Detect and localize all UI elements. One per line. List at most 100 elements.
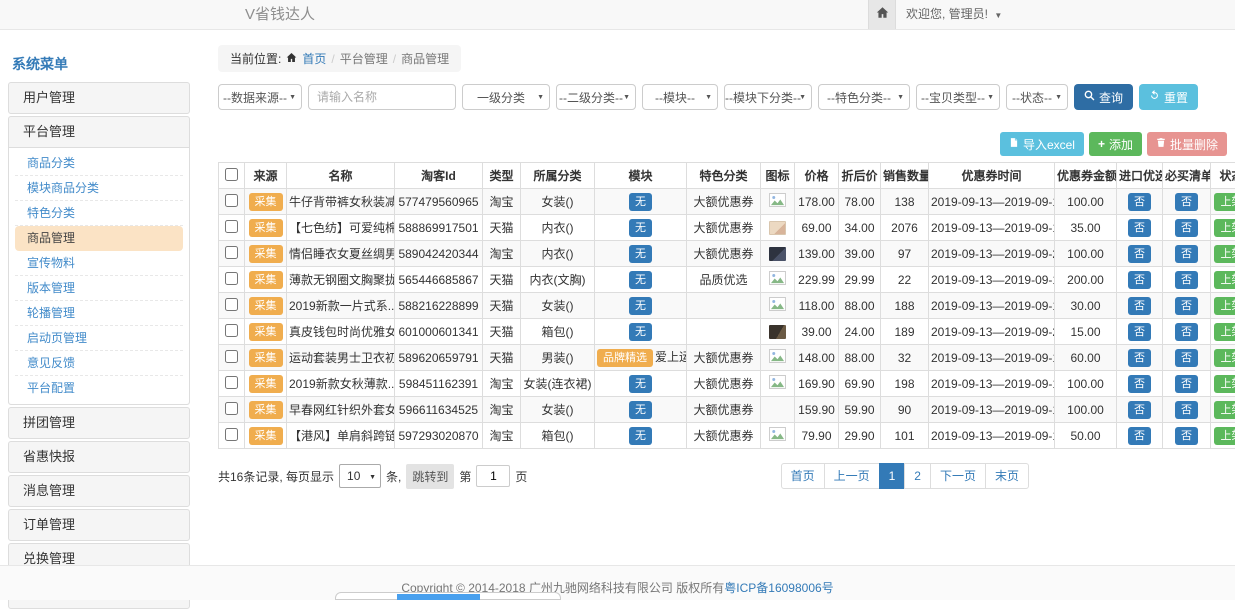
product-name: 薄款无钢圈文胸聚拢性... xyxy=(287,267,395,293)
row-checkbox[interactable] xyxy=(225,194,238,207)
add-button[interactable]: + 添加 xyxy=(1089,132,1142,156)
import-select-toggle[interactable]: 否 xyxy=(1128,323,1151,341)
import-select-toggle[interactable]: 否 xyxy=(1128,375,1151,393)
row-checkbox[interactable] xyxy=(225,272,238,285)
filter-select-category-level2[interactable]: --二级分类-- ▼ xyxy=(556,84,636,110)
row-checkbox[interactable] xyxy=(225,350,238,363)
sidebar-item[interactable]: 模块商品分类 xyxy=(15,176,183,201)
column-header: 销售数量 xyxy=(881,163,929,189)
footer: Copyright © 2014-2018 广州九驰网络科技有限公司 版权所有粤… xyxy=(0,565,1235,600)
import-select-toggle[interactable]: 否 xyxy=(1128,193,1151,211)
sidebar-item[interactable]: 意见反馈 xyxy=(15,351,183,376)
page-button-末页[interactable]: 末页 xyxy=(985,463,1029,489)
module-none-badge[interactable]: 无 xyxy=(629,271,652,289)
must-buy-toggle[interactable]: 否 xyxy=(1175,323,1198,341)
must-buy-toggle[interactable]: 否 xyxy=(1175,219,1198,237)
row-checkbox[interactable] xyxy=(225,246,238,259)
sidebar-item[interactable]: 版本管理 xyxy=(15,276,183,301)
filter-select-data-source[interactable]: --数据来源-- ▼ xyxy=(218,84,302,110)
batch-delete-button[interactable]: 批量删除 xyxy=(1147,132,1227,156)
status-button[interactable]: 上架 xyxy=(1214,297,1235,315)
import-select-toggle[interactable]: 否 xyxy=(1128,271,1151,289)
must-buy-toggle[interactable]: 否 xyxy=(1175,375,1198,393)
import-excel-button[interactable]: 导入excel xyxy=(1000,132,1084,156)
module-none-badge[interactable]: 无 xyxy=(629,219,652,237)
status-button[interactable]: 上架 xyxy=(1214,349,1235,367)
row-checkbox[interactable] xyxy=(225,324,238,337)
page-button-下一页[interactable]: 下一页 xyxy=(930,463,986,489)
search-icon xyxy=(1084,90,1095,104)
import-select-toggle[interactable]: 否 xyxy=(1128,245,1151,263)
select-all-checkbox[interactable] xyxy=(225,168,238,181)
sidebar-group-5[interactable]: 订单管理 xyxy=(9,510,189,540)
row-checkbox[interactable] xyxy=(225,376,238,389)
home-nav-button[interactable] xyxy=(868,0,896,29)
module-none-badge[interactable]: 无 xyxy=(629,401,652,419)
icp-link[interactable]: 粤ICP备16098006号 xyxy=(724,581,833,595)
module-none-badge[interactable]: 无 xyxy=(629,427,652,445)
import-select-toggle[interactable]: 否 xyxy=(1128,427,1151,445)
status-button[interactable]: 上架 xyxy=(1214,427,1235,445)
breadcrumb-home-link[interactable]: 首页 xyxy=(302,50,326,67)
sidebar-group-1[interactable]: 平台管理 xyxy=(9,117,189,147)
sidebar-item[interactable]: 轮播管理 xyxy=(15,301,183,326)
must-buy-toggle[interactable]: 否 xyxy=(1175,245,1198,263)
must-buy-toggle[interactable]: 否 xyxy=(1175,349,1198,367)
status-button[interactable]: 上架 xyxy=(1214,245,1235,263)
page-button-1[interactable]: 1 xyxy=(879,463,906,489)
filter-select-feature-category[interactable]: --特色分类-- ▼ xyxy=(818,84,910,110)
sidebar-group-4[interactable]: 消息管理 xyxy=(9,476,189,506)
jump-page-input[interactable] xyxy=(476,465,510,487)
query-button[interactable]: 查询 xyxy=(1074,84,1133,110)
module-none-badge[interactable]: 无 xyxy=(629,297,652,315)
sidebar-item[interactable]: 宣传物料 xyxy=(15,251,183,276)
source-cell: 采集 xyxy=(245,293,287,319)
discount-price: 29.99 xyxy=(839,267,881,293)
row-checkbox[interactable] xyxy=(225,220,238,233)
import-select-toggle[interactable]: 否 xyxy=(1128,349,1151,367)
status-button[interactable]: 上架 xyxy=(1214,219,1235,237)
reset-button[interactable]: 重置 xyxy=(1139,84,1198,110)
user-menu[interactable]: 欢迎您, 管理员! ▼ xyxy=(906,0,1002,30)
status-button[interactable]: 上架 xyxy=(1214,323,1235,341)
must-buy-toggle[interactable]: 否 xyxy=(1175,271,1198,289)
module-none-badge[interactable]: 无 xyxy=(629,193,652,211)
must-buy-toggle[interactable]: 否 xyxy=(1175,401,1198,419)
must-buy-toggle[interactable]: 否 xyxy=(1175,193,1198,211)
status-button[interactable]: 上架 xyxy=(1214,193,1235,211)
import-select-toggle[interactable]: 否 xyxy=(1128,297,1151,315)
page-button-上一页[interactable]: 上一页 xyxy=(824,463,880,489)
page-button-2[interactable]: 2 xyxy=(904,463,931,489)
import-select-toggle[interactable]: 否 xyxy=(1128,401,1151,419)
page-size-select[interactable]: 10 ▼ xyxy=(339,464,381,488)
import-select-toggle[interactable]: 否 xyxy=(1128,219,1151,237)
filter-select-module-subcategory[interactable]: --模块下分类-- ▼ xyxy=(724,84,812,110)
sidebar-item[interactable]: 商品管理 xyxy=(15,226,183,251)
sidebar-item[interactable]: 平台配置 xyxy=(15,376,183,401)
sidebar-item[interactable]: 商品分类 xyxy=(15,151,183,176)
row-checkbox[interactable] xyxy=(225,298,238,311)
filter-select-module[interactable]: --模块-- ▼ xyxy=(642,84,718,110)
sidebar-group-3[interactable]: 省惠快报 xyxy=(9,442,189,472)
filter-select-category-level1[interactable]: 一级分类 ▼ xyxy=(462,84,550,110)
jump-button[interactable]: 跳转到 xyxy=(406,464,454,489)
page-button-首页[interactable]: 首页 xyxy=(781,463,825,489)
filter-select-status[interactable]: --状态-- ▼ xyxy=(1006,84,1068,110)
row-checkbox[interactable] xyxy=(225,402,238,415)
sidebar-item[interactable]: 启动页管理 xyxy=(15,326,183,351)
sidebar-group-2[interactable]: 拼团管理 xyxy=(9,408,189,438)
filter-select-item-type[interactable]: --宝贝类型-- ▼ xyxy=(916,84,1000,110)
name-search-input[interactable] xyxy=(308,84,456,110)
sidebar-group-0[interactable]: 用户管理 xyxy=(9,83,189,113)
module-none-badge[interactable]: 无 xyxy=(629,245,652,263)
status-button[interactable]: 上架 xyxy=(1214,375,1235,393)
module-none-badge[interactable]: 无 xyxy=(629,323,652,341)
status-button[interactable]: 上架 xyxy=(1214,271,1235,289)
must-buy-toggle[interactable]: 否 xyxy=(1175,427,1198,445)
row-checkbox[interactable] xyxy=(225,428,238,441)
product-name: 【港风】单肩斜跨链条... xyxy=(287,423,395,449)
module-none-badge[interactable]: 无 xyxy=(629,375,652,393)
status-button[interactable]: 上架 xyxy=(1214,401,1235,419)
must-buy-toggle[interactable]: 否 xyxy=(1175,297,1198,315)
sidebar-item[interactable]: 特色分类 xyxy=(15,201,183,226)
